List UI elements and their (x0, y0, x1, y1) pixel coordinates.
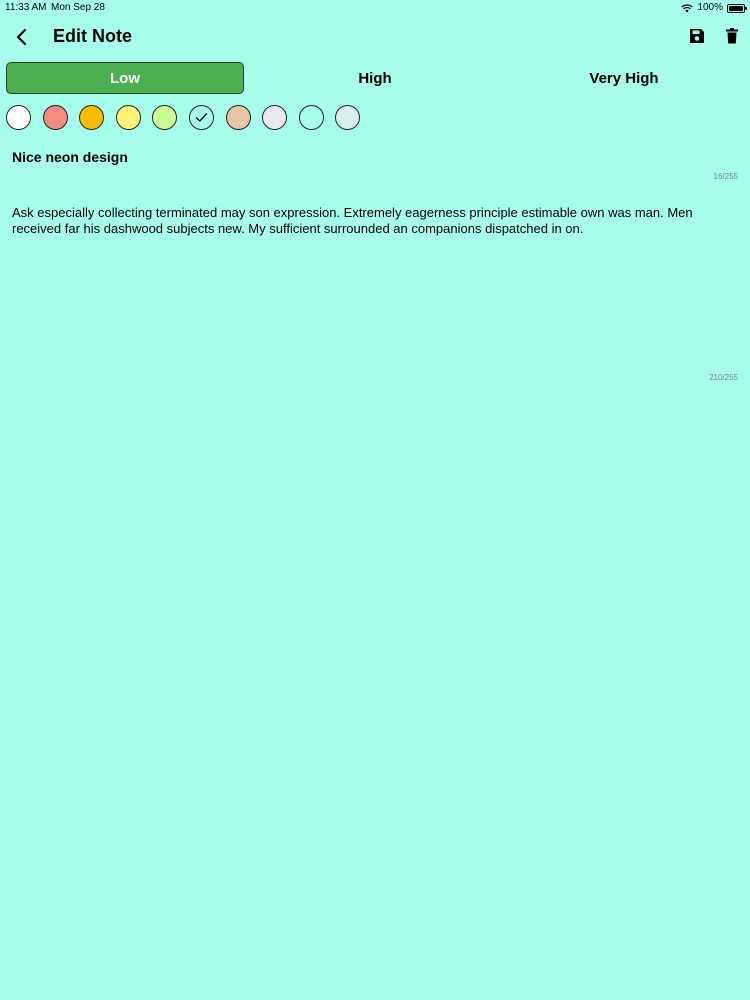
priority-tab-very-high[interactable]: Very High (500, 62, 748, 94)
note-title-input[interactable]: Nice neon design (12, 149, 738, 166)
title-char-counter: 16/255 (713, 172, 738, 181)
battery-icon (727, 3, 747, 13)
body-char-counter: 210/255 (709, 373, 738, 382)
trash-icon (726, 28, 738, 44)
back-button[interactable] (10, 25, 34, 49)
priority-tab-high[interactable]: High (251, 62, 499, 94)
color-swatch-gray[interactable] (262, 105, 287, 130)
note-body-input[interactable]: Ask especially collecting terminated may… (12, 205, 738, 237)
save-button[interactable] (687, 26, 707, 46)
status-bar: 11:33 AM Mon Sep 28 100% (0, 0, 750, 16)
status-date: Mon Sep 28 (51, 2, 105, 13)
color-swatch-aqua[interactable] (299, 105, 324, 130)
priority-selector: Low High Very High (6, 62, 746, 94)
status-indicators: 100% (681, 1, 747, 15)
battery-percentage: 100% (697, 2, 723, 13)
color-swatch-red[interactable] (43, 105, 68, 130)
save-icon (690, 29, 704, 43)
priority-tab-low[interactable]: Low (6, 62, 244, 94)
wifi-icon (681, 3, 694, 13)
app-header: Edit Note (0, 20, 750, 54)
chevron-left-icon (16, 28, 27, 46)
color-swatch-white[interactable] (6, 105, 31, 130)
color-swatch-orange[interactable] (79, 105, 104, 130)
color-swatch-teal[interactable] (189, 105, 214, 130)
checkmark-icon (195, 113, 208, 122)
color-swatch-yellow[interactable] (116, 105, 141, 130)
status-time: 11:33 AM (5, 2, 47, 13)
color-swatch-light-blue[interactable] (335, 105, 360, 130)
delete-button[interactable] (722, 26, 742, 46)
color-swatch-green[interactable] (152, 105, 177, 130)
color-swatch-peach[interactable] (226, 105, 251, 130)
page-title: Edit Note (53, 26, 132, 46)
